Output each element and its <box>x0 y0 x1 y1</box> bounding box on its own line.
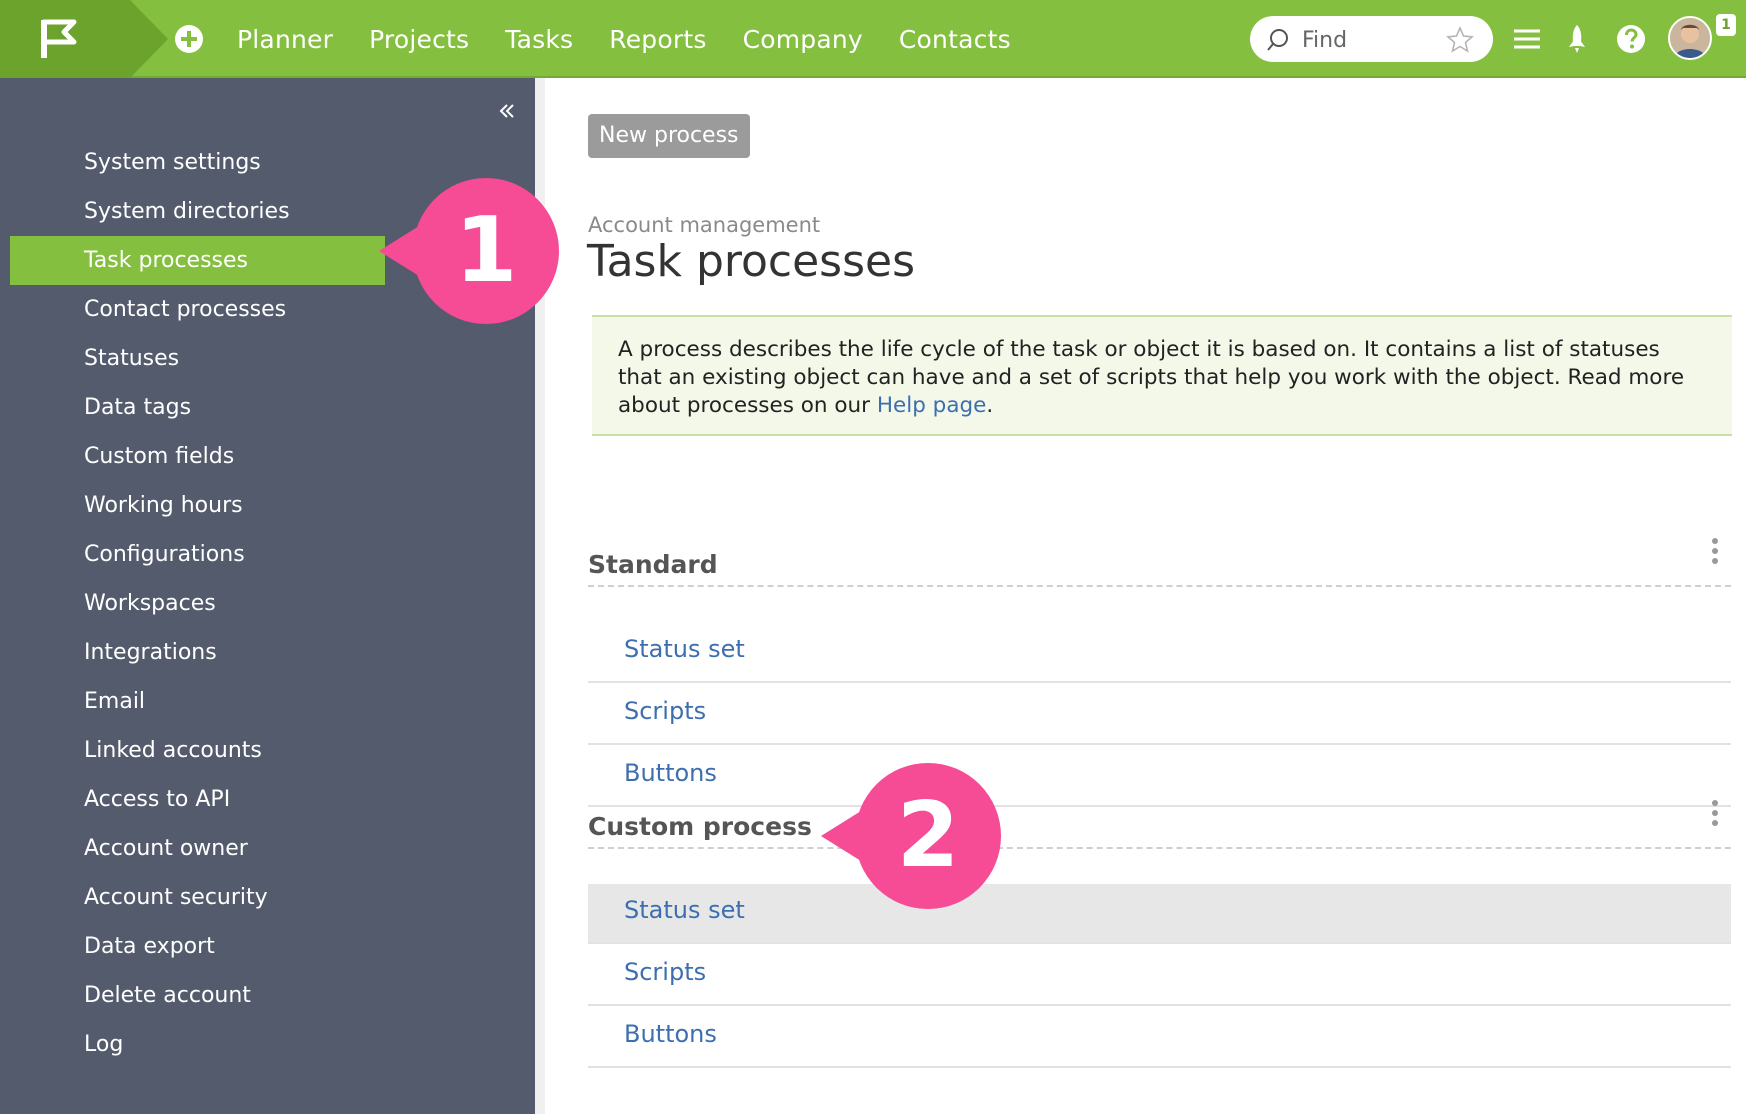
custom-buttons-link[interactable]: Buttons <box>624 1020 717 1048</box>
sidebar-item-integrations[interactable]: Integrations <box>10 628 385 677</box>
list-item: Scripts <box>588 946 1731 1006</box>
list-item: Scripts <box>588 685 1731 745</box>
menu-icon[interactable] <box>1510 22 1544 56</box>
breadcrumb[interactable]: Account management <box>588 213 820 237</box>
sidebar-item-workspaces[interactable]: Workspaces <box>10 579 385 628</box>
avatar[interactable] <box>1668 16 1712 60</box>
list-item: Status set <box>588 623 1731 683</box>
nav-contacts[interactable]: Contacts <box>899 25 1011 54</box>
collapse-sidebar-icon[interactable] <box>496 100 518 122</box>
top-bar: Planner Projects Tasks Reports Company C… <box>0 0 1746 78</box>
callout-number: 2 <box>896 783 960 888</box>
help-icon[interactable] <box>1614 22 1648 56</box>
nav-company[interactable]: Company <box>743 25 863 54</box>
sidebar-item-system-directories[interactable]: System directories <box>10 187 385 236</box>
section-standard: Standard <box>588 538 1731 587</box>
sidebar-item-working-hours[interactable]: Working hours <box>10 481 385 530</box>
sidebar-item-account-owner[interactable]: Account owner <box>10 824 385 873</box>
standard-buttons-link[interactable]: Buttons <box>624 759 717 787</box>
sidebar-item-system-settings[interactable]: System settings <box>10 138 385 187</box>
more-options-icon[interactable] <box>1709 798 1721 830</box>
page-title: Task processes <box>587 236 916 287</box>
standard-scripts-link[interactable]: Scripts <box>624 697 706 725</box>
sidebar-item-configurations[interactable]: Configurations <box>10 530 385 579</box>
notification-badge[interactable]: 1 <box>1716 14 1736 36</box>
custom-status-set-link[interactable]: Status set <box>624 896 745 924</box>
rocket-icon[interactable] <box>1560 22 1594 56</box>
star-icon[interactable] <box>1446 26 1474 54</box>
help-page-link[interactable]: Help page <box>877 393 987 418</box>
sidebar-item-access-to-api[interactable]: Access to API <box>10 775 385 824</box>
standard-status-set-link[interactable]: Status set <box>624 635 745 663</box>
sidebar-item-statuses[interactable]: Statuses <box>10 334 385 383</box>
sidebar-item-task-processes[interactable]: Task processes <box>10 236 385 285</box>
sidebar-item-log[interactable]: Log <box>10 1020 385 1069</box>
logo-arrow <box>130 0 168 78</box>
sidebar-item-data-export[interactable]: Data export <box>10 922 385 971</box>
sidebar-item-account-security[interactable]: Account security <box>10 873 385 922</box>
flag-logo-icon <box>41 19 77 58</box>
nav-planner[interactable]: Planner <box>237 25 333 54</box>
list-item: Status set <box>588 884 1731 944</box>
user-avatar-icon <box>1670 18 1710 58</box>
info-box: A process describes the life cycle of th… <box>592 315 1732 436</box>
sidebar-item-data-tags[interactable]: Data tags <box>10 383 385 432</box>
section-title: Custom process <box>588 812 812 841</box>
sidebar-item-delete-account[interactable]: Delete account <box>10 971 385 1020</box>
section-title: Standard <box>588 550 718 579</box>
list-item: Buttons <box>588 1008 1731 1068</box>
info-text-end: . <box>986 393 994 418</box>
callout-number: 1 <box>454 198 518 303</box>
sidebar-item-contact-processes[interactable]: Contact processes <box>10 285 385 334</box>
search-input[interactable] <box>1300 24 1434 56</box>
nav-projects[interactable]: Projects <box>369 25 469 54</box>
more-options-icon[interactable] <box>1709 536 1721 568</box>
search-box <box>1250 16 1493 62</box>
list-item: Buttons <box>588 747 1731 807</box>
info-text: A process describes the life cycle of th… <box>618 337 1685 418</box>
sidebar-item-linked-accounts[interactable]: Linked accounts <box>10 726 385 775</box>
add-icon[interactable] <box>172 22 206 56</box>
sidebar-item-email[interactable]: Email <box>10 677 385 726</box>
sidebar-item-custom-fields[interactable]: Custom fields <box>10 432 385 481</box>
callout-1: 1 <box>379 178 559 324</box>
search-icon <box>1267 29 1288 51</box>
callout-pointer <box>379 226 419 276</box>
logo[interactable] <box>0 0 130 78</box>
nav-reports[interactable]: Reports <box>609 25 706 54</box>
main-nav: Planner Projects Tasks Reports Company C… <box>237 0 1047 78</box>
section-custom-process: Custom process <box>588 800 1731 849</box>
custom-scripts-link[interactable]: Scripts <box>624 958 706 986</box>
main-content: New process Account management Task proc… <box>535 78 1746 1114</box>
new-process-button[interactable]: New process <box>588 114 750 158</box>
callout-2: 2 <box>821 763 1001 909</box>
callout-pointer <box>821 811 861 861</box>
nav-tasks[interactable]: Tasks <box>505 25 573 54</box>
